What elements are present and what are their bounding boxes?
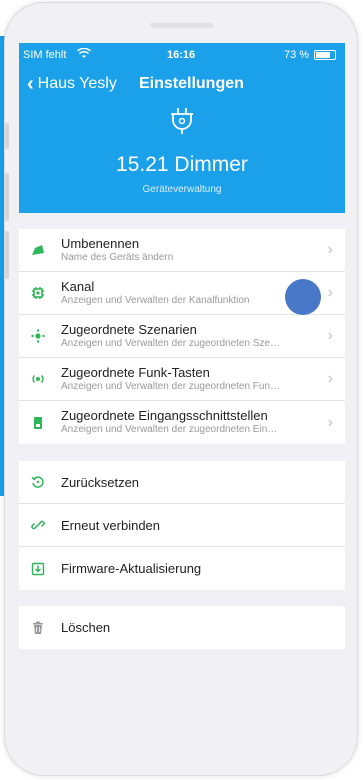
settings-row-subtitle: Anzeigen und Verwalten der zugeordneten … (61, 381, 281, 392)
chevron-left-icon: ‹ (27, 73, 34, 95)
back-label: Haus Yesly (37, 75, 117, 92)
device-subtitle: Geräteverwaltung (142, 184, 222, 195)
settings-row-subtitle: Anzeigen und Verwalten der Kanalfunktion (61, 295, 250, 306)
action-row-label: Firmware-Aktualisierung (61, 561, 202, 576)
settings-row-radio-buttons[interactable]: Zugeordnete Funk-Tasten Anzeigen und Ver… (19, 358, 345, 401)
settings-row-subtitle: Name des Geräts ändern (61, 252, 174, 263)
navigation-bar: ‹ Haus Yesly Einstellungen (19, 71, 345, 99)
back-button[interactable]: ‹ Haus Yesly (27, 73, 117, 95)
touch-indicator (285, 279, 321, 315)
scenarios-icon (31, 329, 45, 343)
status-time: 16:16 (167, 49, 196, 61)
action-row-label: Zurücksetzen (61, 474, 140, 490)
settings-row-label: Zugeordnete Funk-Tasten (61, 365, 210, 380)
settings-row-label: Zugeordnete Eingangsschnittstellen (61, 408, 268, 423)
delete-group: Löschen (19, 606, 345, 649)
chevron-right-icon: › (327, 413, 333, 431)
carrier-label: SIM fehlt (23, 49, 67, 61)
speaker-grille (150, 23, 214, 28)
battery-icon (314, 50, 336, 60)
settings-row-rename[interactable]: Umbenennen Name des Geräts ändern › (19, 229, 345, 272)
chevron-right-icon: › (327, 284, 333, 301)
device-name: 15.21 Dimmer (116, 153, 248, 176)
reset-icon (31, 475, 45, 489)
radio-button-icon (31, 372, 45, 386)
volume-down-button (5, 231, 9, 279)
settings-group: Umbenennen Name des Geräts ändern › Kana… (19, 229, 345, 444)
chevron-right-icon: › (327, 241, 333, 258)
settings-row-input-interfaces[interactable]: Zugeordnete Eingangsschnittstellen Anzei… (19, 401, 345, 444)
settings-row-subtitle: Anzeigen und Verwalten der zugeordneten … (61, 338, 281, 349)
action-row-firmware-update[interactable]: Firmware-Aktualisierung (19, 547, 345, 590)
actions-group: Zurücksetzen Erneut verbinden Firmware-A… (19, 461, 345, 590)
page-title: Einstellungen (139, 75, 244, 92)
rename-icon (31, 243, 45, 257)
battery-percentage: 73 % (284, 49, 310, 61)
reconnect-icon (31, 518, 45, 532)
status-bar: SIM fehlt 16:16 73 % (19, 47, 345, 65)
settings-row-label: Umbenennen (61, 236, 140, 251)
input-interface-icon (31, 416, 45, 430)
channel-icon (31, 286, 45, 300)
phone-frame: SIM fehlt 16:16 73 % ‹ Haus Yesly Einste… (4, 2, 358, 776)
device-header: SIM fehlt 16:16 73 % ‹ Haus Yesly Einste… (19, 43, 345, 213)
settings-row-scenarios[interactable]: Zugeordnete Szenarien Anzeigen und Verwa… (19, 315, 345, 358)
volume-up-button (5, 173, 9, 221)
wifi-icon (76, 47, 92, 62)
firmware-update-icon (31, 562, 45, 576)
plug-icon (169, 107, 195, 135)
action-row-reconnect[interactable]: Erneut verbinden (19, 504, 345, 547)
settings-row-label: Zugeordnete Szenarien (61, 322, 197, 337)
action-row-label: Löschen (61, 620, 111, 635)
trash-icon (31, 621, 45, 635)
action-row-reset[interactable]: Zurücksetzen (19, 461, 345, 504)
settings-row-subtitle: Anzeigen und Verwalten der zugeordneten … (61, 424, 278, 435)
app-screen: SIM fehlt 16:16 73 % ‹ Haus Yesly Einste… (19, 43, 345, 749)
chevron-right-icon: › (327, 370, 333, 387)
mute-switch (5, 123, 9, 149)
settings-row-label: Kanal (61, 279, 95, 294)
action-row-delete[interactable]: Löschen (19, 606, 345, 649)
chevron-right-icon: › (327, 327, 333, 344)
action-row-label: Erneut verbinden (61, 517, 161, 533)
